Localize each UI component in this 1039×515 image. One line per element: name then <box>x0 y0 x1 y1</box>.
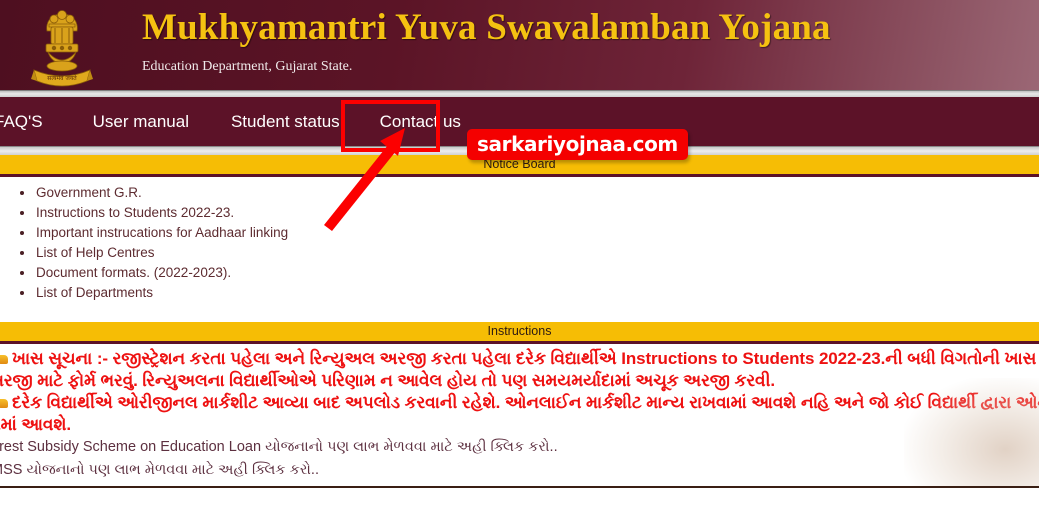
notice-link[interactable]: Government G.R. <box>36 185 142 200</box>
nav-item-faqs[interactable]: FAQ'S <box>0 97 43 146</box>
list-item[interactable]: List of Help Centres <box>18 243 1039 263</box>
instruction-paragraph: અરજી માટે ફોર્મ ભરવું. રિન્યુઅલના વિદ્યા… <box>0 370 1039 392</box>
site-watermark: sarkariyojnaa.com <box>467 129 688 160</box>
bullet-marker-icon <box>0 355 8 365</box>
page-subtitle: Education Department, Gujarat State. <box>142 59 353 74</box>
list-item[interactable]: Important instrucations for Aadhaar link… <box>18 223 1039 243</box>
india-state-emblem-icon: सत्यमेव जयते <box>24 4 100 90</box>
instruction-link-line[interactable]: erest Subsidy Scheme on Education Loan ય… <box>0 436 1039 459</box>
instructions-title: Instructions <box>487 324 552 338</box>
svg-text:सत्यमेव जयते: सत्यमेव जयते <box>47 74 77 82</box>
bullet-marker-icon <box>0 399 8 409</box>
notice-link[interactable]: List of Departments <box>36 285 153 300</box>
list-item[interactable]: List of Departments <box>18 283 1039 303</box>
instruction-paragraph: વામાં આવશે. <box>0 414 1039 436</box>
list-item[interactable]: Instructions to Students 2022-23. <box>18 203 1039 223</box>
list-item[interactable]: Document formats. (2022-2023). <box>18 263 1039 283</box>
instruction-text: વામાં આવશે. <box>0 415 71 434</box>
notice-link[interactable]: Instructions to Students 2022-23. <box>36 205 234 220</box>
nav-item-student-status[interactable]: Student status <box>231 97 340 146</box>
instruction-text: ખાસ સૂચના :- રજીસ્ટ્રેશન કરતા પહેલા અને … <box>12 349 1039 368</box>
header-divider <box>0 90 1039 97</box>
instruction-link-text[interactable]: erest Subsidy Scheme on Education Loan ય… <box>0 439 558 455</box>
page-bottom-rule <box>0 486 1039 488</box>
nav-item-contact-us[interactable]: Contact us <box>380 97 461 146</box>
site-header: सत्यमेव जयते Mukhyamantri Yuva Swavalamb… <box>0 0 1039 90</box>
instruction-paragraph: દરેક વિદ્યાર્થીએ ઓરીજીનલ માર્કશીટ આવ્યા … <box>0 392 1039 414</box>
header-title-block: Mukhyamantri Yuva Swavalamban Yojana Edu… <box>142 0 831 90</box>
notice-link[interactable]: Document formats. (2022-2023). <box>36 265 231 280</box>
instructions-panel: ખાસ સૂચના :- રજીસ્ટ્રેશન કરતા પહેલા અને … <box>0 344 1039 488</box>
instructions-header: Instructions <box>0 322 1039 344</box>
instruction-link-text[interactable]: MSS યોજનાનો પણ લાભ મેળવવા માટે અહી ક્લિક… <box>0 462 319 478</box>
nav-item-user-manual[interactable]: User manual <box>93 97 189 146</box>
notice-link[interactable]: List of Help Centres <box>36 245 155 260</box>
notice-list: Government G.R. Instructions to Students… <box>0 183 1039 303</box>
list-item[interactable]: Government G.R. <box>18 183 1039 203</box>
notice-link[interactable]: Important instrucations for Aadhaar link… <box>36 225 288 240</box>
instruction-text: દરેક વિદ્યાર્થીએ ઓરીજીનલ માર્કશીટ આવ્યા … <box>12 393 1039 412</box>
instruction-paragraph: ખાસ સૂચના :- રજીસ્ટ્રેશન કરતા પહેલા અને … <box>0 348 1039 370</box>
notice-board-panel: Government G.R. Instructions to Students… <box>0 177 1039 322</box>
instruction-text: અરજી માટે ફોર્મ ભરવું. રિન્યુઅલના વિદ્યા… <box>0 371 776 390</box>
page-title: Mukhyamantri Yuva Swavalamban Yojana <box>142 7 831 48</box>
instruction-link-line[interactable]: MSS યોજનાનો પણ લાભ મેળવવા માટે અહી ક્લિક… <box>0 459 1039 482</box>
